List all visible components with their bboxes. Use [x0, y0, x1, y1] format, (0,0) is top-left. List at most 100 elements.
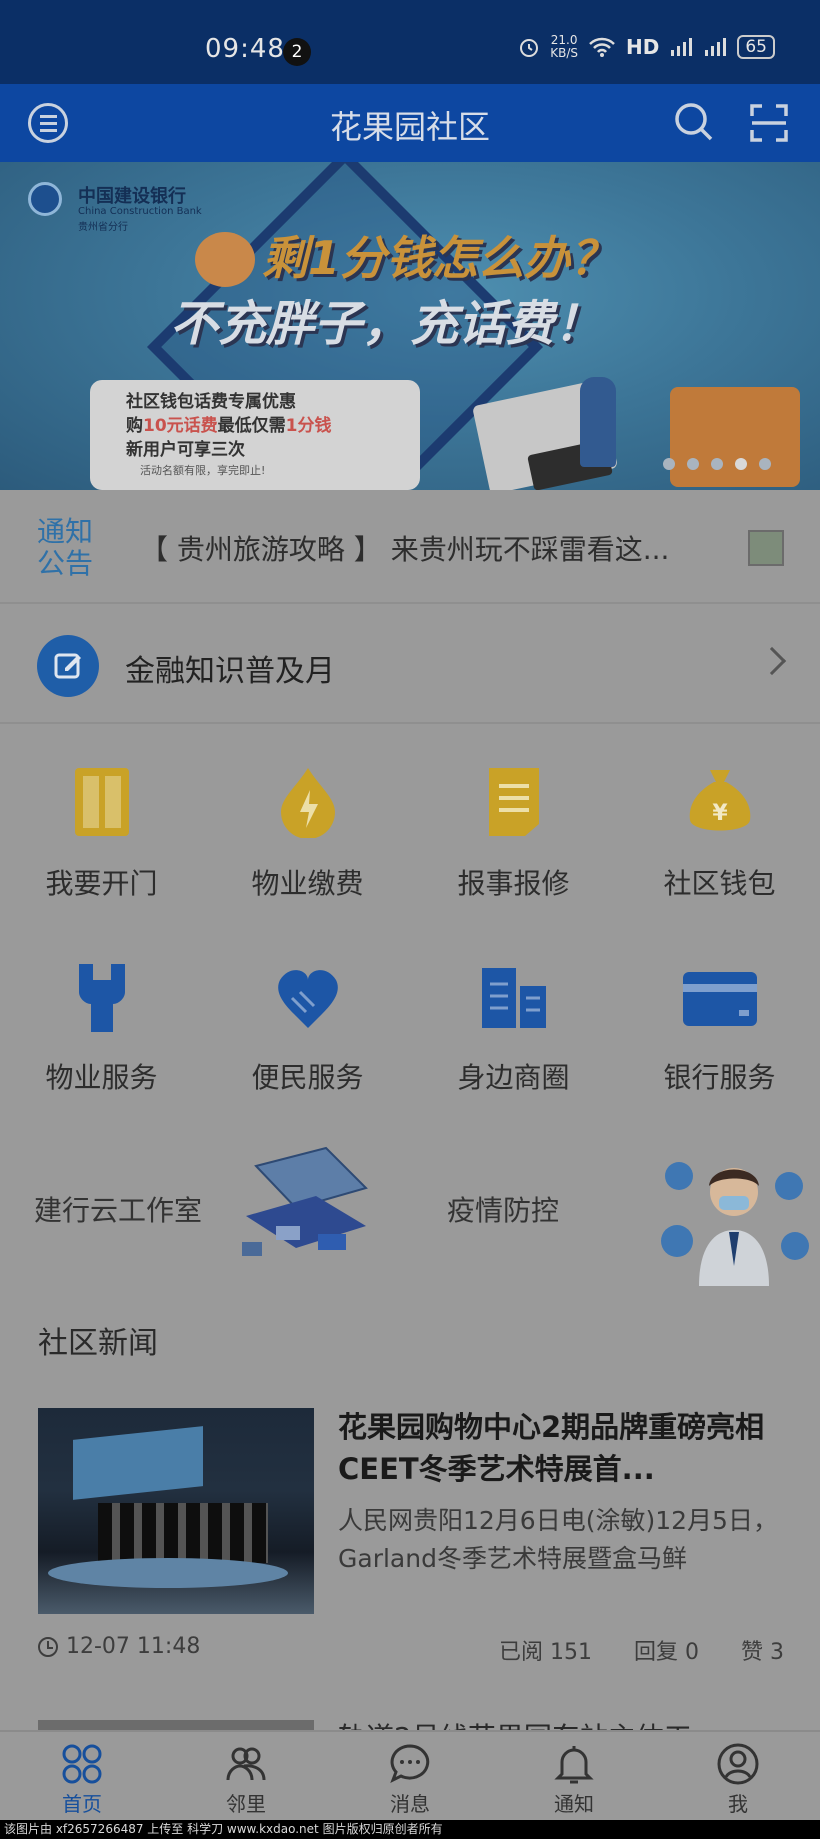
service-bank[interactable]: 银行服务: [618, 920, 820, 1114]
reply-label: 回复: [633, 1640, 678, 1665]
promo-line-2-b: 10元话费: [143, 416, 218, 436]
news-summary: 人民网贵阳12月6日电(涂敏)12月5日， Garland冬季艺术特展暨盒马鲜: [338, 1506, 778, 1573]
service-label: 社区钱包: [663, 867, 776, 900]
news-stats: 已阅 151 回复 0 赞 3: [499, 1634, 784, 1666]
status-time: 09:48: [205, 34, 285, 64]
ccb-logo-icon: [28, 182, 62, 216]
like-stat: 赞 3: [741, 1634, 784, 1666]
notice-tag-line-1: 通知: [37, 515, 94, 548]
promo-line-1: 社区钱包话费专属优惠: [126, 392, 296, 412]
status-icons: 21.0 KB/S HD 65: [518, 34, 775, 60]
carousel-dot[interactable]: [663, 458, 675, 470]
service-community-wallet[interactable]: ¥ 社区钱包: [618, 726, 820, 918]
notice-tag: 通知 公告: [37, 516, 107, 580]
service-label: 我要开门: [45, 867, 158, 900]
thumb-screen: [73, 1426, 203, 1500]
tab-neighbors[interactable]: 邻里: [164, 1732, 328, 1822]
tab-label: 首页: [62, 1792, 102, 1816]
next-news-thumbnail[interactable]: [38, 1720, 314, 1730]
news-headline[interactable]: 花果园购物中心2期品牌重磅亮相 CEET冬季艺术特展首...: [338, 1406, 788, 1490]
person-illustration: [580, 377, 616, 467]
service-label: 便民服务: [251, 1061, 364, 1094]
service-property-services[interactable]: 物业服务: [0, 920, 203, 1114]
ticket-illustration: [670, 387, 800, 487]
thumb-people: [98, 1503, 268, 1563]
edit-icon: [37, 635, 99, 697]
alarm-icon: [520, 39, 539, 57]
bank-name-en: China Construction Bank: [78, 206, 202, 217]
promo-note: 活动名额有限，享完即止!: [140, 464, 266, 477]
service-label: 物业服务: [45, 1061, 158, 1094]
neighbors-icon: [226, 1747, 266, 1781]
svg-text:¥: ¥: [712, 801, 728, 826]
service-nearby-business[interactable]: 身边商圈: [412, 920, 615, 1114]
bank-name: 中国建设银行: [78, 186, 186, 207]
doctor-illustration: [661, 1162, 809, 1286]
finance-label: 金融知识普及月: [125, 654, 335, 689]
image-placeholder-icon: [748, 530, 784, 566]
ccb-cloud-studio-tile[interactable]: 建行云工作室: [0, 1116, 409, 1294]
news-thumbnail[interactable]: [38, 1408, 314, 1614]
epidemic-control-tile[interactable]: 疫情防控: [411, 1116, 820, 1294]
banner-headline-2: 不充胖子，充话费！: [170, 296, 603, 352]
wifi-icon: [589, 37, 615, 57]
carousel-dot-active[interactable]: [735, 458, 747, 470]
promo-line-2: 购10元话费最低仅需1分钱: [126, 414, 420, 438]
handshake-icon: [277, 970, 338, 1028]
read-label: 已阅: [498, 1640, 543, 1665]
scan-icon[interactable]: [750, 104, 788, 142]
net-speed-unit: KB/S: [550, 46, 579, 60]
tab-me[interactable]: 我: [656, 1732, 820, 1822]
promo-line-2-a: 购: [126, 416, 143, 436]
notice-text[interactable]: 【 贵州旅游攻略 】 来贵州玩不踩雷看这...: [140, 528, 669, 568]
tab-label: 邻里: [226, 1792, 266, 1816]
service-open-door[interactable]: 我要开门: [0, 726, 203, 918]
finance-entry[interactable]: 金融知识普及月: [0, 606, 820, 724]
chat-bubble-icon: [390, 1744, 430, 1784]
notice-tag-line-2: 公告: [37, 547, 94, 580]
notification-badge: 2: [283, 38, 311, 66]
carousel-dot[interactable]: [759, 458, 771, 470]
app-header: 花果园社区: [0, 84, 820, 162]
net-speed: 21.0 KB/S: [550, 34, 578, 60]
service-convenience[interactable]: 便民服务: [206, 920, 409, 1114]
service-label: 物业缴费: [251, 867, 364, 900]
community-news: 社区新闻 花果园购物中心2期品牌重磅亮相 CEET冬季艺术特展首... 人民网贵…: [0, 1296, 820, 1730]
carousel-dot[interactable]: [687, 458, 699, 470]
read-stat: 已阅 151: [499, 1634, 592, 1666]
news-time-text: 12-07 11:48: [66, 1634, 201, 1659]
promo-banner[interactable]: 中国建设银行 China Construction Bank 贵州省分行 剩1分…: [0, 162, 820, 490]
tab-home[interactable]: 首页: [0, 1732, 164, 1822]
chevron-right-icon: [757, 646, 787, 676]
home-clover-icon: [62, 1744, 102, 1784]
wide-tile-label: 疫情防控: [447, 1194, 560, 1227]
clock-icon: [38, 1636, 58, 1657]
bank-branch: 贵州省分行: [78, 222, 128, 233]
tab-notifications[interactable]: 通知: [492, 1732, 656, 1822]
thumb-stage: [48, 1558, 288, 1588]
carousel-dot[interactable]: [711, 458, 723, 470]
service-property-fee[interactable]: 物业缴费: [206, 726, 409, 918]
like-label: 赞: [740, 1640, 763, 1665]
lightning-drop-icon: [280, 768, 335, 838]
reply-count: 0: [684, 1640, 699, 1665]
notice-bar[interactable]: 通知 公告 【 贵州旅游攻略 】 来贵州玩不踩雷看这...: [0, 490, 820, 604]
carousel-dots[interactable]: [663, 458, 771, 470]
storefront-icon: [481, 968, 546, 1028]
reply-stat: 回复 0: [634, 1634, 699, 1666]
bank-card-icon: [682, 972, 757, 1026]
bottom-tab-bar: 首页 邻里 消息 通知 我: [0, 1730, 820, 1820]
promo-line-2-d: 1分钱: [285, 416, 332, 436]
search-icon[interactable]: [672, 100, 716, 144]
money-bag-icon: ¥: [689, 770, 750, 831]
battery-indicator: 65: [737, 35, 775, 59]
news-section-title: 社区新闻: [38, 1326, 158, 1361]
status-bar: 09:48 2 21.0 KB/S HD 65: [0, 0, 820, 84]
service-report-repair[interactable]: 报事报修: [412, 726, 615, 918]
next-news-headline[interactable]: 轨道2号线花果园东站主体工...: [338, 1716, 719, 1730]
signal-5g-icon: [705, 38, 727, 56]
tab-messages[interactable]: 消息: [328, 1732, 492, 1822]
tab-label: 通知: [554, 1792, 594, 1816]
door-icon: [74, 768, 129, 836]
service-label: 银行服务: [663, 1061, 776, 1094]
